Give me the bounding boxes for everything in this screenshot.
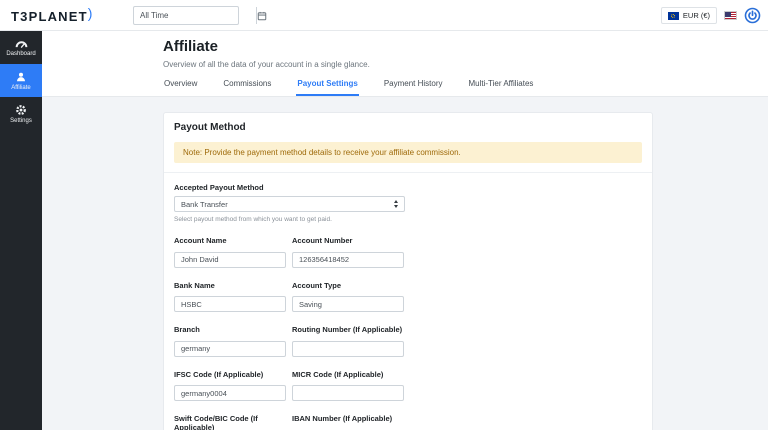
field-ifsc-code-if-applicable: IFSC Code (If Applicable) xyxy=(174,370,286,402)
calendar-icon xyxy=(257,11,267,21)
ifsc-code-if-applicable-label: IFSC Code (If Applicable) xyxy=(174,370,286,379)
field-bank-name: Bank Name xyxy=(174,281,286,313)
tab-payment-history[interactable]: Payment History xyxy=(383,75,444,96)
account-number-input[interactable] xyxy=(292,252,404,268)
ifsc-code-if-applicable-input[interactable] xyxy=(174,385,286,401)
payout-method-group: Accepted Payout Method Bank Transfer Sel… xyxy=(174,183,405,223)
card-header: Payout Method Note: Provide the payment … xyxy=(164,113,652,173)
account-type-label: Account Type xyxy=(292,281,404,290)
gauge-icon xyxy=(15,38,28,49)
content-area: Payout Method Note: Provide the payment … xyxy=(42,97,768,430)
swift-code-bic-code-if-applicable-label: Swift Code/BIC Code (If Applicable) xyxy=(174,414,286,430)
routing-number-if-applicable-label: Routing Number (If Applicable) xyxy=(292,325,404,334)
account-name-input[interactable] xyxy=(174,252,286,268)
accepted-payout-method-label: Accepted Payout Method xyxy=(174,183,405,192)
page-header: Affiliate Overview of all the data of yo… xyxy=(42,31,768,97)
page-title: Affiliate xyxy=(163,38,218,55)
tab-overview[interactable]: Overview xyxy=(163,75,198,96)
select-arrows-icon xyxy=(394,200,398,208)
us-flag-icon[interactable] xyxy=(724,11,737,20)
payout-method-card: Payout Method Note: Provide the payment … xyxy=(163,112,653,430)
sidebar-item-dashboard[interactable]: Dashboard xyxy=(0,31,42,64)
payout-form: Accepted Payout Method Bank Transfer Sel… xyxy=(164,173,652,430)
calendar-button[interactable] xyxy=(256,7,267,24)
field-branch: Branch xyxy=(174,325,286,357)
micr-code-if-applicable-input[interactable] xyxy=(292,385,404,401)
payout-method-select[interactable]: Bank Transfer xyxy=(174,196,405,212)
bank-name-label: Bank Name xyxy=(174,281,286,290)
eu-flag-icon xyxy=(668,12,679,20)
currency-label: EUR (€) xyxy=(683,11,710,20)
logo-arc-icon: ) xyxy=(88,5,94,21)
logo-text: T3PLANET xyxy=(11,9,88,24)
iban-number-if-applicable-label: IBAN Number (If Applicable) xyxy=(292,414,404,423)
sidebar-label-settings: Settings xyxy=(10,118,32,124)
power-icon[interactable] xyxy=(744,7,761,24)
tab-payout-settings[interactable]: Payout Settings xyxy=(296,75,358,96)
sidebar-label-dashboard: Dashboard xyxy=(6,51,35,57)
card-title: Payout Method xyxy=(174,122,642,133)
topbar-actions: EUR (€) xyxy=(661,5,761,26)
payout-method-help: Select payout method from which you want… xyxy=(174,216,405,223)
micr-code-if-applicable-label: MICR Code (If Applicable) xyxy=(292,370,404,379)
main-area: Affiliate Overview of all the data of yo… xyxy=(42,31,768,430)
page-subtitle: Overview of all the data of your account… xyxy=(163,60,370,69)
field-iban-number-if-applicable: IBAN Number (If Applicable) xyxy=(292,414,404,430)
field-routing-number-if-applicable: Routing Number (If Applicable) xyxy=(292,325,404,357)
branch-input[interactable] xyxy=(174,341,286,357)
date-range-filter xyxy=(133,6,239,25)
currency-selector-button[interactable]: EUR (€) xyxy=(661,7,717,24)
field-account-name: Account Name xyxy=(174,236,286,268)
logo[interactable]: T3PLANET) xyxy=(11,8,94,24)
bank-name-input[interactable] xyxy=(174,296,286,312)
account-name-label: Account Name xyxy=(174,236,286,245)
field-micr-code-if-applicable: MICR Code (If Applicable) xyxy=(292,370,404,402)
tab-commissions[interactable]: Commissions xyxy=(222,75,272,96)
sidebar-item-settings[interactable]: Settings xyxy=(0,97,42,130)
sidebar-item-affiliate[interactable]: Affiliate xyxy=(0,64,42,97)
tab-multi-tier-affiliates[interactable]: Multi-Tier Affiliates xyxy=(468,75,535,96)
sidebar-label-affiliate: Affiliate xyxy=(11,85,31,91)
field-account-number: Account Number xyxy=(292,236,404,268)
account-type-input[interactable] xyxy=(292,296,404,312)
top-bar: T3PLANET) EUR (€) xyxy=(0,0,768,31)
date-range-input[interactable] xyxy=(134,7,256,24)
branch-label: Branch xyxy=(174,325,286,334)
account-number-label: Account Number xyxy=(292,236,404,245)
routing-number-if-applicable-input[interactable] xyxy=(292,341,404,357)
form-grid: Account Name Account Number Bank Name Accou… xyxy=(174,236,404,430)
tab-bar: Overview Commissions Payout Settings Paymen… xyxy=(163,75,534,96)
payout-method-value: Bank Transfer xyxy=(181,200,228,209)
note-banner: Note: Provide the payment method details… xyxy=(174,142,642,163)
field-account-type: Account Type xyxy=(292,281,404,313)
sidebar: Dashboard Affiliate Settings xyxy=(0,31,42,430)
field-swift-code-bic-code-if-applicable: Swift Code/BIC Code (If Applicable) xyxy=(174,414,286,430)
user-icon xyxy=(15,71,27,83)
gear-icon xyxy=(15,104,27,116)
